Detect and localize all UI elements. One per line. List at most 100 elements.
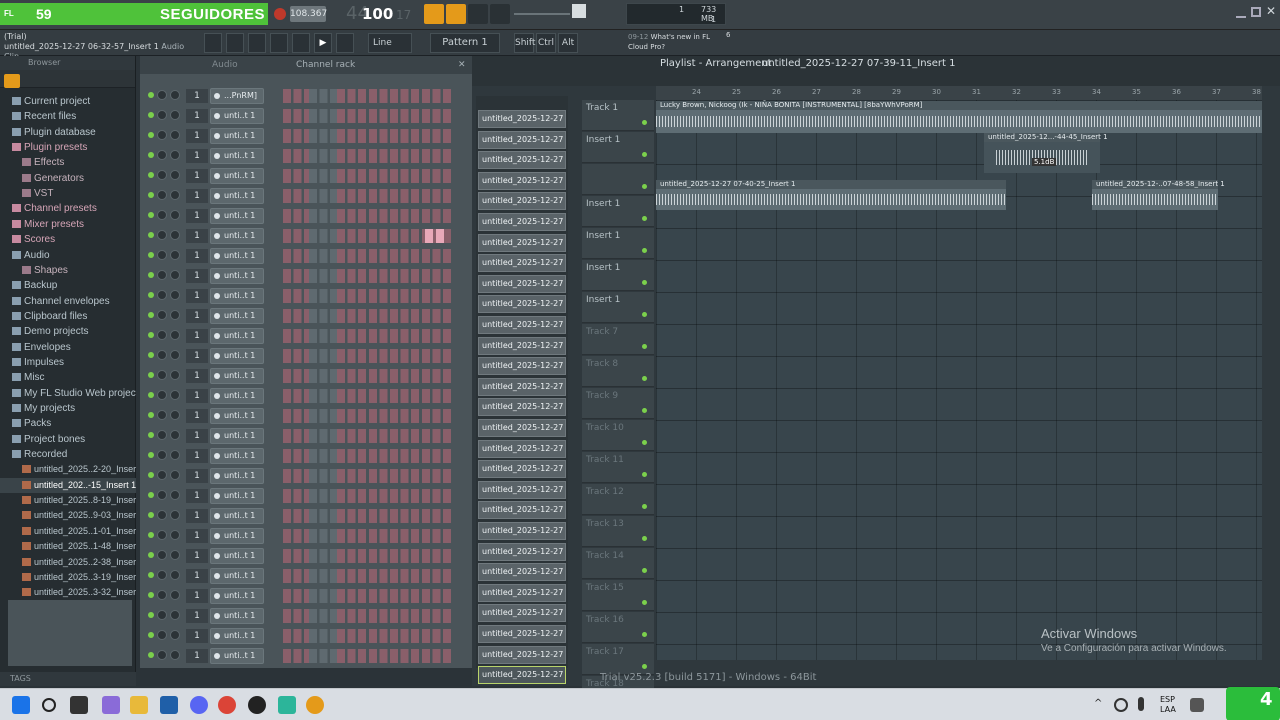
mixer-track-number[interactable]: 1 — [186, 549, 208, 563]
channel-led[interactable] — [148, 612, 154, 618]
track-header[interactable]: Insert 1 — [582, 228, 654, 259]
browser-item[interactable]: Misc — [0, 370, 136, 385]
volume-knob[interactable] — [170, 170, 180, 180]
volume-knob[interactable] — [170, 330, 180, 340]
pan-knob[interactable] — [157, 410, 167, 420]
pattern-item[interactable]: untitled_2025-12-27 07-... — [478, 604, 566, 623]
mixer-track-number[interactable]: 1 — [186, 629, 208, 643]
pattern-item[interactable]: untitled_2025-12-27 07-... — [478, 522, 566, 540]
channel-name-button[interactable]: unti..t 1 — [210, 188, 264, 204]
clip-insert-3[interactable]: untitled_2025-12-27 07-40-25_Insert 1 — [656, 180, 1006, 210]
step-group-2[interactable] — [309, 249, 337, 263]
mixer-track-number[interactable]: 1 — [186, 489, 208, 503]
pan-knob[interactable] — [157, 190, 167, 200]
volume-knob[interactable] — [170, 350, 180, 360]
browser-item[interactable]: Backup — [0, 278, 136, 293]
step-group-3[interactable] — [337, 289, 453, 303]
step-group-2[interactable] — [309, 449, 337, 463]
volume-knob[interactable] — [170, 390, 180, 400]
volume-knob[interactable] — [170, 510, 180, 520]
channel-led[interactable] — [148, 492, 154, 498]
step-group-2[interactable] — [309, 609, 337, 623]
channel-led[interactable] — [148, 392, 154, 398]
track-led[interactable] — [642, 408, 647, 413]
volume-knob[interactable] — [170, 610, 180, 620]
channel-name-button[interactable]: unti..t 1 — [210, 248, 264, 264]
channel-led[interactable] — [148, 172, 154, 178]
search-icon[interactable] — [42, 698, 56, 712]
step-group-1[interactable] — [283, 409, 309, 423]
mixer-track-number[interactable]: 1 — [186, 389, 208, 403]
browser-item[interactable]: Effects — [0, 155, 136, 170]
maximize-button[interactable] — [1251, 7, 1261, 17]
track-header[interactable]: Track 13 — [582, 516, 654, 547]
step-group-1[interactable] — [283, 89, 309, 103]
channel-name-button[interactable]: unti..t 1 — [210, 508, 264, 524]
pan-knob[interactable] — [157, 530, 167, 540]
channel-led[interactable] — [148, 272, 154, 278]
channel-led[interactable] — [148, 572, 154, 578]
pattern-item[interactable]: untitled_2025-12-27 07-... — [478, 542, 566, 561]
pan-knob[interactable] — [157, 550, 167, 560]
channel-led[interactable] — [148, 592, 154, 598]
mixer-track-number[interactable]: 1 — [186, 109, 208, 123]
track-header[interactable]: Track 15 — [582, 580, 654, 611]
track-header[interactable]: Insert 1 — [582, 196, 654, 227]
step-group-3[interactable] — [337, 589, 453, 603]
channel-led[interactable] — [148, 292, 154, 298]
track-led[interactable] — [642, 280, 647, 285]
step-group-1[interactable] — [283, 629, 309, 643]
channel-led[interactable] — [148, 412, 154, 418]
pan-knob[interactable] — [157, 230, 167, 240]
volume-knob[interactable] — [170, 450, 180, 460]
pattern-item[interactable]: untitled_2025-12-27 07-... — [478, 336, 566, 355]
step-group-3[interactable] — [337, 169, 453, 183]
mixer-track-number[interactable]: 1 — [186, 649, 208, 663]
pan-knob[interactable] — [157, 450, 167, 460]
mixer-track-number[interactable]: 1 — [186, 309, 208, 323]
browser-item[interactable]: Impulses — [0, 355, 136, 370]
step-group-3[interactable] — [337, 349, 453, 363]
channel-name-button[interactable]: unti..t 1 — [210, 568, 264, 584]
master-volume-slider[interactable] — [514, 13, 570, 15]
step-group-3[interactable] — [337, 249, 453, 263]
mixer-button[interactable] — [270, 33, 288, 53]
browser-item[interactable]: Project bones — [0, 432, 136, 447]
step-group-2[interactable] — [309, 509, 337, 523]
pan-knob[interactable] — [157, 150, 167, 160]
pan-knob[interactable] — [157, 510, 167, 520]
pan-knob[interactable] — [157, 610, 167, 620]
track-led[interactable] — [642, 184, 647, 189]
pan-knob[interactable] — [157, 330, 167, 340]
step-group-2[interactable] — [309, 389, 337, 403]
mixer-track-number[interactable]: 1 — [186, 329, 208, 343]
step-group-2[interactable] — [309, 649, 337, 663]
volume-knob[interactable] — [170, 250, 180, 260]
graph-app-icon[interactable] — [278, 696, 296, 714]
step-group-1[interactable] — [283, 469, 309, 483]
browser-item[interactable]: Scores — [0, 232, 136, 247]
volume-knob[interactable] — [170, 190, 180, 200]
step-group-1[interactable] — [283, 389, 309, 403]
step-group-2[interactable] — [309, 129, 337, 143]
mixer-track-number[interactable]: 1 — [186, 249, 208, 263]
channel-name-button[interactable]: unti..t 1 — [210, 168, 264, 184]
track-led[interactable] — [642, 376, 647, 381]
mixer-track-number[interactable]: 1 — [186, 369, 208, 383]
step-group-1[interactable] — [283, 289, 309, 303]
step-group-2[interactable] — [309, 109, 337, 123]
language-indicator[interactable]: ESP LAA — [1160, 695, 1176, 715]
track-header[interactable]: Track 8 — [582, 356, 654, 387]
track-led[interactable] — [642, 216, 647, 221]
volume-knob[interactable] — [170, 470, 180, 480]
pattern-item[interactable]: untitled_2025-12-27 07-... — [478, 213, 566, 231]
volume-knob[interactable] — [170, 630, 180, 640]
close-rack-icon[interactable]: ✕ — [458, 56, 466, 74]
channel-name-button[interactable]: unti..t 1 — [210, 628, 264, 644]
mic-button[interactable] — [336, 33, 354, 53]
step-group-2[interactable] — [309, 189, 337, 203]
step-group-2[interactable] — [309, 589, 337, 603]
channel-led[interactable] — [148, 192, 154, 198]
channel-led[interactable] — [148, 112, 154, 118]
channel-name-button[interactable]: unti..t 1 — [210, 128, 264, 144]
